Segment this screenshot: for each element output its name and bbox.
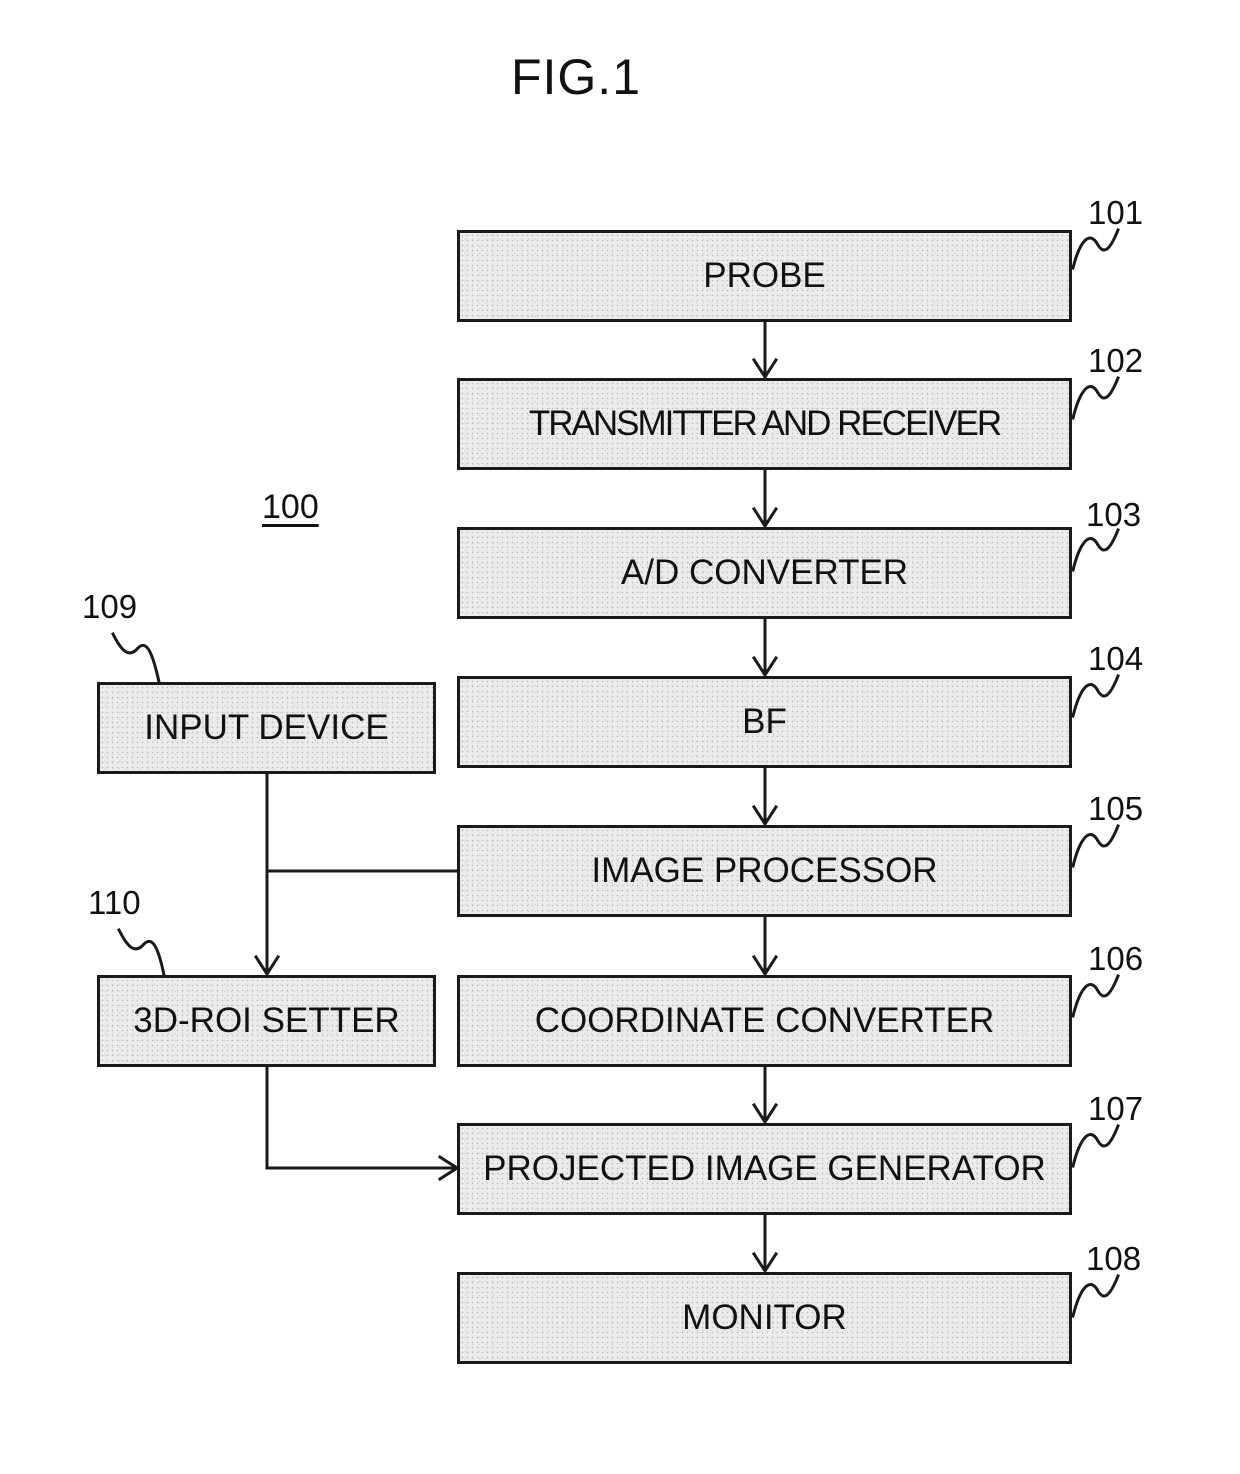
block-label: BF (742, 702, 787, 741)
arrow-3d-roi-setter-to-projected-image-generator (265, 1065, 460, 1182)
transmitter-and-receiver-block: TRANSMITTER AND RECEIVER (457, 378, 1072, 470)
block-label: COORDINATE CONVERTER (534, 1001, 995, 1040)
arrow-ad-converter-to-bf (751, 617, 779, 678)
ref-numeral-104: 104 (1088, 640, 1144, 677)
ref-numeral-103: 103 (1086, 496, 1142, 533)
ref-numeral-108: 108 (1086, 1240, 1142, 1277)
ad-converter-block: A/D CONVERTER (457, 527, 1072, 619)
block-label: MONITOR (682, 1298, 847, 1337)
leader-108 (1071, 1274, 1120, 1318)
monitor-block: MONITOR (457, 1272, 1072, 1364)
probe-block: PROBE (457, 230, 1072, 322)
leader-110 (116, 927, 166, 977)
ref-numeral-105: 105 (1088, 790, 1144, 827)
ref-numeral-107: 107 (1088, 1090, 1144, 1127)
input-device-block: INPUT DEVICE (97, 682, 436, 774)
ref-numeral-101: 101 (1088, 194, 1144, 231)
arrow-projected-image-generator-to-monitor (751, 1213, 779, 1274)
block-label: A/D CONVERTER (620, 553, 909, 592)
leader-109 (110, 631, 161, 684)
bf-block: BF (457, 676, 1072, 768)
block-label: IMAGE PROCESSOR (591, 851, 938, 890)
arrow-bf-to-image-processor (751, 766, 779, 827)
3d-roi-setter-block: 3D-ROI SETTER (97, 975, 436, 1067)
ref-numeral-102: 102 (1088, 342, 1144, 379)
block-label: PROBE (703, 256, 826, 295)
leader-105 (1071, 824, 1120, 868)
block-label: 3D-ROI SETTER (133, 1001, 400, 1040)
coordinate-converter-block: COORDINATE CONVERTER (457, 975, 1072, 1067)
arrow-image-processor-to-coordinate-converter (751, 915, 779, 977)
arrow-input-device-to-3d-roi-setter (253, 771, 281, 977)
leader-102 (1071, 376, 1120, 420)
arrow-probe-to-transmitter (751, 320, 779, 380)
leader-101 (1071, 228, 1120, 270)
leader-107 (1071, 1124, 1120, 1168)
arrow-transmitter-to-ad-converter (751, 468, 779, 529)
leader-104 (1071, 674, 1120, 718)
leader-103 (1071, 528, 1120, 572)
ref-numeral-106: 106 (1088, 940, 1144, 977)
ref-numeral-110: 110 (88, 884, 141, 921)
arrow-coordinate-converter-to-projected-image-generator (751, 1065, 779, 1125)
block-label: INPUT DEVICE (144, 708, 389, 747)
block-label: PROJECTED IMAGE GENERATOR (483, 1149, 1046, 1188)
projected-image-generator-block: PROJECTED IMAGE GENERATOR (457, 1123, 1072, 1215)
image-processor-block: IMAGE PROCESSOR (457, 825, 1072, 917)
leader-106 (1071, 974, 1120, 1018)
block-label: TRANSMITTER AND RECEIVER (528, 404, 1002, 443)
ref-numeral-109: 109 (82, 588, 138, 625)
